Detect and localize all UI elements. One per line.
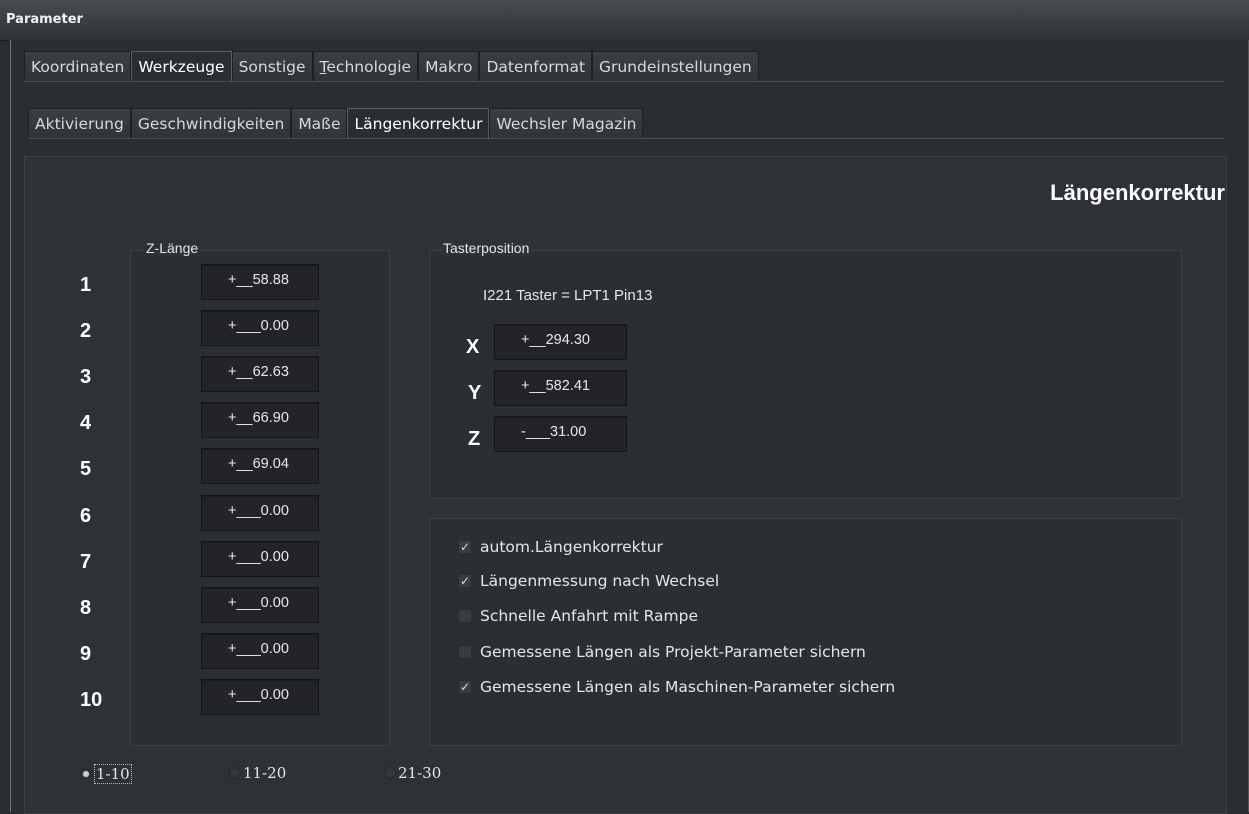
option-fast-approach-ramp[interactable]: Schnelle Anfahrt mit Rampe [458,607,698,625]
option-save-as-project-param[interactable]: Gemessene Längen als Projekt-Parameter s… [458,643,866,661]
row-number-9: 9 [80,643,92,665]
probe-x-field[interactable]: +__294.30 [494,324,627,360]
row-number-1: 1 [80,274,92,296]
tab-werkzeuge[interactable]: Werkzeuge [131,51,232,81]
option-label: Längenmessung nach Wechsel [480,572,720,590]
tab-geschwindigkeiten[interactable]: Geschwindigkeiten [130,108,292,138]
row-number-7: 7 [80,551,92,573]
tab-laengenkorrektur[interactable]: Längenkorrektur [347,108,490,138]
range-option-1-10[interactable]: 1-10 [80,764,132,784]
range-label: 1-10 [94,764,132,784]
tab-sonstige[interactable]: Sonstige [231,51,313,81]
z-length-field-6[interactable]: +___0.00 [201,495,319,531]
z-length-field-4[interactable]: +__66.90 [201,402,319,438]
axis-label-z: Z [468,428,481,450]
z-length-field-9[interactable]: +___0.00 [201,633,319,669]
z-length-field-1[interactable]: +__58.88 [201,264,319,300]
tab-masse[interactable]: Maße [291,108,348,138]
sub-tab-divider [28,138,1225,139]
window-title: Parameter [6,12,83,27]
z-length-field-5[interactable]: +__69.04 [201,448,319,484]
checkbox-unchecked-icon[interactable] [458,609,472,623]
option-auto-length-correction[interactable]: ✓ autom.Längenkorrektur [458,538,663,556]
option-label: Schnelle Anfahrt mit Rampe [480,607,699,625]
sub-tabbar: Aktivierung Geschwindigkeiten Maße Länge… [28,108,644,138]
range-option-11-20[interactable]: 11-20 [229,764,286,782]
option-length-measure-after-change[interactable]: ✓ Längenmessung nach Wechsel [458,572,719,590]
radio-unselected-icon[interactable] [229,767,241,779]
tab-grundeinstellungen[interactable]: Grundeinstellungen [592,51,759,81]
probe-position-legend: Tasterposition [441,240,532,256]
checkbox-unchecked-icon[interactable] [458,645,472,659]
radio-selected-icon[interactable] [80,768,92,780]
checkbox-checked-icon[interactable]: ✓ [458,574,472,588]
z-length-legend: Z-Länge [144,240,201,256]
checkbox-checked-icon[interactable]: ✓ [458,540,472,554]
z-length-field-2[interactable]: +___0.00 [201,310,319,346]
row-number-10: 10 [80,689,103,711]
axis-label-y: Y [468,382,482,404]
probe-y-field[interactable]: +__582.41 [494,370,627,406]
row-number-4: 4 [80,412,92,434]
range-option-21-30[interactable]: 21-30 [384,764,441,782]
row-number-8: 8 [80,597,92,619]
tab-koordinaten[interactable]: Koordinaten [24,51,132,81]
probe-z-field[interactable]: -___31.00 [494,416,627,452]
tab-wechsler-magazin[interactable]: Wechsler Magazin [489,108,644,138]
z-length-field-3[interactable]: +__62.63 [201,356,319,392]
range-label: 21-30 [398,764,442,782]
tab-technologie-rest: echnologie [326,58,412,76]
row-number-6: 6 [80,505,92,527]
page-title: Längenkorrektur [1050,180,1225,205]
option-label: Gemessene Längen als Maschinen-Parameter… [480,678,896,696]
tab-makro[interactable]: Makro [418,51,480,81]
tab-technologie[interactable]: Technologie [312,51,419,81]
radio-unselected-icon[interactable] [384,767,396,779]
option-label: Gemessene Längen als Projekt-Parameter s… [480,643,866,661]
tab-aktivierung[interactable]: Aktivierung [28,108,131,138]
main-tab-divider [24,81,1225,82]
option-save-as-machine-param[interactable]: ✓ Gemessene Längen als Maschinen-Paramet… [458,678,895,696]
option-label: autom.Längenkorrektur [480,538,663,556]
title-bar: Parameter [0,0,1249,41]
row-number-2: 2 [80,320,92,342]
z-length-field-8[interactable]: +___0.00 [201,587,319,623]
checkbox-checked-icon[interactable]: ✓ [458,680,472,694]
z-length-field-10[interactable]: +___0.00 [201,679,319,715]
range-label: 11-20 [243,764,287,782]
axis-label-x: X [466,336,480,358]
probe-input-info: I221 Taster = LPT1 Pin13 [483,287,653,304]
row-number-3: 3 [80,366,92,388]
row-number-5: 5 [80,458,92,480]
z-length-field-7[interactable]: +___0.00 [201,541,319,577]
main-tabbar: Koordinaten Werkzeuge Sonstige Technolog… [24,51,759,81]
tab-datenformat[interactable]: Datenformat [479,51,593,81]
